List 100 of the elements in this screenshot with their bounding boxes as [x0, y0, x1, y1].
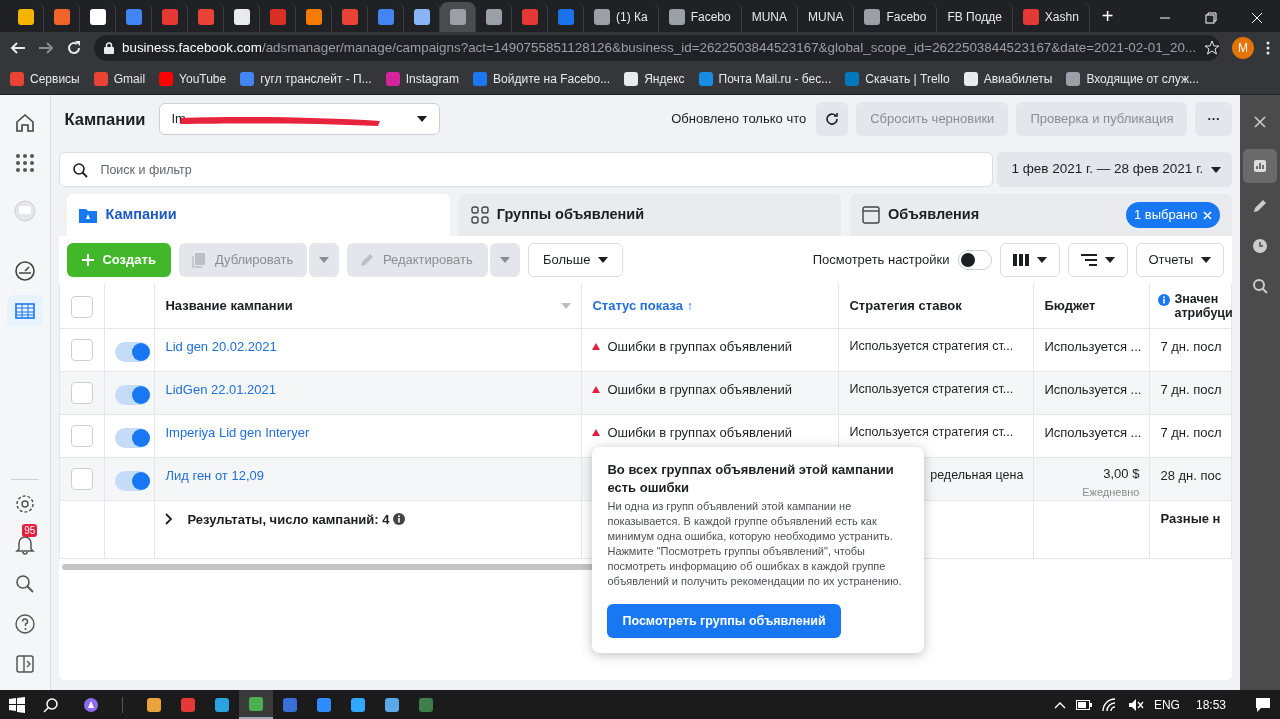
- search-icon[interactable]: [43, 696, 59, 713]
- reports-button[interactable]: Отчеты: [1135, 243, 1225, 277]
- app-icon[interactable]: [248, 695, 264, 712]
- close-icon: [1252, 114, 1269, 130]
- chevron-up-icon[interactable]: [1053, 700, 1066, 709]
- battery-icon[interactable]: [1075, 699, 1092, 710]
- caret-icon: [318, 257, 329, 263]
- update-status: Обновлено только что: [671, 110, 807, 129]
- new-tab-button[interactable]: +: [1101, 6, 1114, 26]
- app-icon[interactable]: [146, 696, 162, 713]
- settings-icon[interactable]: [14, 493, 37, 515]
- row-checkbox[interactable]: [71, 467, 94, 490]
- assistant-icon[interactable]: [83, 696, 99, 713]
- page-title: Кампании: [64, 108, 146, 130]
- breakdown-icon: [1080, 254, 1097, 266]
- campaign-name-link[interactable]: Лид ген от 12,09: [165, 467, 264, 483]
- search-field[interactable]: Поиск и фильтр: [98, 154, 981, 185]
- star-icon[interactable]: [1204, 40, 1220, 56]
- menu-icon[interactable]: [1266, 40, 1270, 56]
- bookmark[interactable]: Gmail: [93, 70, 146, 88]
- row-checkbox[interactable]: [71, 338, 94, 361]
- warning-icon: [592, 385, 601, 393]
- level-tab[interactable]: Кампании: [67, 194, 450, 236]
- row-checkbox[interactable]: [71, 424, 94, 447]
- select-all-checkbox[interactable]: [71, 295, 94, 318]
- bookmark[interactable]: Входящие от служ...: [1066, 70, 1199, 88]
- info-icon: [1158, 293, 1171, 306]
- bookmark[interactable]: Авиабилеты: [963, 70, 1053, 88]
- help-icon[interactable]: [14, 613, 37, 635]
- table-cell: редельная цена: [930, 467, 1024, 482]
- notification-badge: 95: [22, 524, 38, 537]
- column-header[interactable]: Бюджет: [1044, 298, 1096, 313]
- caret-icon: [1104, 257, 1115, 263]
- bookmark[interactable]: Скачать | Trello: [845, 70, 950, 88]
- campaign-toggle[interactable]: [115, 427, 151, 448]
- view-setup-toggle[interactable]: [957, 250, 992, 270]
- app-icon[interactable]: [180, 696, 196, 713]
- ad-icon: [862, 206, 881, 224]
- app-icon[interactable]: [214, 696, 230, 713]
- gauge-icon: [14, 260, 37, 282]
- chevron-icon[interactable]: [165, 513, 174, 526]
- table-cell: Используется ...: [1044, 424, 1142, 440]
- breakdown-button[interactable]: [1067, 243, 1128, 277]
- refresh-icon: [824, 111, 841, 127]
- campaign-toggle[interactable]: [115, 470, 151, 491]
- caret-icon: [499, 257, 510, 263]
- more-button[interactable]: ···: [1195, 102, 1233, 136]
- account-avatar: [14, 200, 37, 222]
- table-cell-text: Ежедневно: [1081, 484, 1140, 500]
- app-icon[interactable]: [384, 696, 400, 713]
- bookmark[interactable]: Сервисы: [10, 70, 80, 88]
- columns-icon: [1012, 254, 1029, 266]
- campaign-name-link[interactable]: LidGen 22.01.2021: [165, 381, 277, 397]
- view-ad-sets-button[interactable]: Посмотреть группы объявлений: [607, 604, 841, 638]
- table-cell: 7 дн. посл: [1160, 338, 1222, 354]
- bookmark[interactable]: Яндекс: [624, 70, 685, 88]
- campaign-name-link[interactable]: Imperiya Lid gen Interyer: [165, 424, 310, 440]
- summary-cell: Разные н: [1160, 510, 1221, 526]
- panel-icon[interactable]: [14, 653, 37, 675]
- bookmark[interactable]: Instagram: [385, 70, 460, 88]
- column-header[interactable]: Статус показа ↑: [592, 298, 694, 313]
- more-button[interactable]: Больше: [527, 243, 624, 277]
- windows-start-icon[interactable]: [9, 696, 25, 713]
- table-cell: Используется ...: [1044, 338, 1142, 354]
- app-icon[interactable]: [350, 696, 366, 713]
- sound-muted-icon[interactable]: [1127, 697, 1144, 712]
- app-icon[interactable]: [418, 696, 434, 713]
- bookmark[interactable]: Войдите на Facebo...: [473, 70, 611, 88]
- bookmark[interactable]: Почта Mail.ru - бес...: [698, 70, 832, 88]
- refresh-button[interactable]: [816, 102, 849, 136]
- columns-button[interactable]: [999, 243, 1060, 277]
- wifi-icon[interactable]: [1101, 697, 1118, 712]
- forward-icon[interactable]: [38, 40, 54, 56]
- bookmark[interactable]: гугл транслейт - П...: [240, 70, 372, 88]
- caret-icon: [1036, 257, 1047, 263]
- language-indicator[interactable]: ENG: [1153, 695, 1180, 714]
- date-range-button[interactable]: 1 фев 2021 г. — 28 фев 2021 г.: [997, 152, 1233, 187]
- level-tab[interactable]: Группы объявлений: [458, 194, 842, 236]
- plus-icon: [82, 254, 95, 266]
- address-bar[interactable]: business.facebook.com/adsmanager/manage/campaigns?act=1490755851128126&business_id=2622503844523167&global_scope_id=2622503844523167&date=2021-02-01_20...: [94, 35, 1220, 61]
- reload-icon[interactable]: [66, 40, 82, 56]
- app-icon[interactable]: [316, 696, 332, 713]
- column-header[interactable]: Название кампании: [165, 296, 293, 316]
- clock-time[interactable]: 18:53: [1195, 695, 1226, 714]
- back-icon[interactable]: [10, 40, 26, 56]
- campaign-toggle[interactable]: [115, 341, 151, 362]
- campaign-toggle[interactable]: [115, 384, 151, 405]
- column-header[interactable]: Стратегия ставок: [849, 298, 962, 313]
- bookmark[interactable]: YouTube: [159, 70, 227, 88]
- search-box[interactable]: Поиск и фильтр: [59, 152, 994, 187]
- notifications-icon[interactable]: [1255, 696, 1271, 713]
- selection-chip[interactable]: 1 выбрано: [1126, 202, 1221, 228]
- level-tab[interactable]: Объявления 1 выбрано: [850, 194, 1233, 236]
- pencil-icon: [358, 252, 375, 268]
- row-checkbox[interactable]: [71, 381, 94, 404]
- view-setup-label: Посмотреть настройки: [812, 251, 950, 270]
- campaign-name-link[interactable]: Lid gen 20.02.2021: [165, 338, 277, 354]
- popover-text: Ни одна из групп объявлений этой кампании не показывается. В каждой группе объявлений есть как минимум одна ошибка, которую необходимо устранить. Нажмите "Посмотреть группы объявлений", чтобы посмотреть информацию об ошибках в каждой группе объявлений и получить рекомендации по их устранению.: [607, 499, 903, 589]
- side-panel-item[interactable]: [1243, 149, 1278, 183]
- app-icon[interactable]: [282, 696, 298, 713]
